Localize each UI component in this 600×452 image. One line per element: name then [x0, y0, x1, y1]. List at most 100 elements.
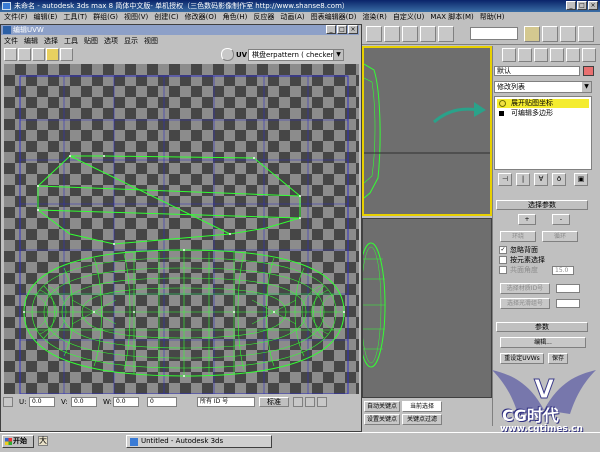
- align-icon[interactable]: [542, 26, 558, 42]
- menu-customize[interactable]: 自定义(U): [393, 12, 425, 23]
- pan-icon[interactable]: [293, 397, 303, 407]
- maximize-button[interactable]: □: [577, 1, 587, 10]
- zoom-standard-button[interactable]: 标准: [259, 397, 289, 407]
- hierarchy-tab-icon[interactable]: [534, 48, 548, 62]
- show-map-icon[interactable]: [221, 48, 234, 61]
- make-unique-icon[interactable]: ∀: [534, 173, 548, 186]
- uv-mode-label: UV: [236, 51, 248, 59]
- lock-selection-icon[interactable]: [3, 397, 13, 407]
- select-object-icon[interactable]: [420, 26, 436, 42]
- object-color-swatch[interactable]: [583, 66, 594, 76]
- rotate-tool-icon[interactable]: [18, 48, 31, 61]
- set-key-button[interactable]: 设置关键点: [364, 414, 400, 425]
- modify-tab-icon[interactable]: [518, 48, 532, 62]
- select-mat-id-button[interactable]: 选择材质ID号: [500, 283, 550, 294]
- menu-help[interactable]: 帮助(H): [480, 12, 505, 23]
- close-button[interactable]: ×: [588, 1, 598, 10]
- lightbulb-icon[interactable]: [499, 100, 506, 107]
- menu-group[interactable]: 群组(G): [93, 12, 118, 23]
- quicklaunch-icon[interactable]: 大: [38, 436, 48, 446]
- uvw-menu-view[interactable]: 视图: [144, 36, 158, 46]
- menu-create[interactable]: 创建(C): [154, 12, 178, 23]
- taskbar-3dsmax-item[interactable]: Untitled - Autodesk 3ds: [126, 435, 272, 448]
- uvw-menu-mapping[interactable]: 贴图: [84, 36, 98, 46]
- mat-id-spinner[interactable]: [556, 284, 580, 293]
- ring-button[interactable]: 环绕: [500, 231, 536, 242]
- v-value-field[interactable]: 0.0: [71, 397, 97, 407]
- uvw-menu-options[interactable]: 选项: [104, 36, 118, 46]
- viewport-top[interactable]: [362, 46, 492, 216]
- menu-character[interactable]: 角色(H): [223, 12, 248, 23]
- bind-spacewarp-icon[interactable]: [402, 26, 418, 42]
- select-by-element-checkbox[interactable]: [499, 256, 507, 264]
- stack-item-editable-poly[interactable]: 可编辑多边形: [497, 109, 589, 118]
- viewport-perspective[interactable]: [362, 218, 492, 398]
- uvw-menu-file[interactable]: 文件: [4, 36, 18, 46]
- planar-angle-value[interactable]: 15.0: [552, 266, 574, 275]
- menu-rendering[interactable]: 渲染(R): [363, 12, 387, 23]
- u-value-field[interactable]: 0.0: [29, 397, 55, 407]
- uvw-editor-canvas[interactable]: [4, 64, 359, 394]
- stack-item-unwrap-uvw[interactable]: 展开贴图坐标: [497, 99, 589, 108]
- menu-reactor[interactable]: 反应器: [253, 12, 274, 23]
- shrink-selection-button[interactable]: -: [552, 214, 570, 225]
- configure-sets-icon[interactable]: ▣: [574, 173, 588, 186]
- uvw-menu-edit[interactable]: 编辑: [24, 36, 38, 46]
- link-tool-icon[interactable]: [366, 26, 382, 42]
- mirror-icon[interactable]: [524, 26, 540, 42]
- freeform-tool-icon[interactable]: [46, 48, 59, 61]
- pin-stack-icon[interactable]: ⊣: [498, 173, 512, 186]
- w-value-field[interactable]: 0.0: [113, 397, 139, 407]
- select-smooth-group-button[interactable]: 选择光滑组号: [500, 298, 550, 309]
- uvw-maximize-button[interactable]: □: [337, 25, 347, 34]
- menu-graph-editors[interactable]: 图表编辑器(D): [311, 12, 357, 23]
- 3dsmax-app-icon: [130, 438, 138, 446]
- uvw-menu-tools[interactable]: 工具: [64, 36, 78, 46]
- named-selection-dropdown[interactable]: [470, 27, 518, 40]
- mirror-tool-icon[interactable]: [60, 48, 73, 61]
- render-icon[interactable]: [578, 26, 594, 42]
- edit-uvw-button[interactable]: 编辑...: [500, 337, 586, 348]
- current-selection-dropdown[interactable]: 当前选择: [402, 401, 442, 412]
- remove-modifier-icon[interactable]: ō: [552, 173, 566, 186]
- create-tab-icon[interactable]: [502, 48, 516, 62]
- object-name-field[interactable]: 默认: [494, 66, 580, 76]
- display-tab-icon[interactable]: [566, 48, 580, 62]
- ignore-backface-checkbox[interactable]: ✓: [499, 246, 507, 254]
- l-value-field[interactable]: 0: [147, 397, 177, 407]
- minimize-button[interactable]: _: [566, 1, 576, 10]
- menu-file[interactable]: 文件(F): [4, 12, 28, 23]
- scale-tool-icon[interactable]: [32, 48, 45, 61]
- material-editor-icon[interactable]: [560, 26, 576, 42]
- uvw-menu-select[interactable]: 选择: [44, 36, 58, 46]
- key-filters-button[interactable]: 关键点过滤: [402, 414, 442, 425]
- menu-views[interactable]: 视图(V): [124, 12, 148, 23]
- select-by-name-icon[interactable]: [438, 26, 454, 42]
- modifier-list-dropdown[interactable]: 修改列表 ▼: [494, 81, 592, 93]
- loop-button[interactable]: 循环: [542, 231, 578, 242]
- zoom-icon[interactable]: [305, 397, 315, 407]
- params-rollout-header[interactable]: 参数: [496, 322, 588, 332]
- zoom-region-icon[interactable]: [317, 397, 327, 407]
- uvw-close-button[interactable]: ×: [348, 25, 358, 34]
- menu-tools[interactable]: 工具(T): [63, 12, 87, 23]
- menu-maxscript[interactable]: MAX 脚本(M): [430, 12, 473, 23]
- id-filter-dropdown[interactable]: 所有 ID 号: [197, 397, 255, 407]
- menu-animation[interactable]: 动画(A): [280, 12, 304, 23]
- auto-key-button[interactable]: 自动关键点: [364, 401, 400, 412]
- start-button[interactable]: 开始: [2, 435, 34, 448]
- uvw-menu-display[interactable]: 显示: [124, 36, 138, 46]
- move-tool-icon[interactable]: [4, 48, 17, 61]
- grow-selection-button[interactable]: +: [518, 214, 536, 225]
- show-end-result-icon[interactable]: |: [516, 173, 530, 186]
- utilities-tab-icon[interactable]: [582, 48, 596, 62]
- uvw-minimize-button[interactable]: _: [326, 25, 336, 34]
- selection-rollout-header[interactable]: 选择参数: [496, 200, 588, 210]
- motion-tab-icon[interactable]: [550, 48, 564, 62]
- planar-angle-checkbox[interactable]: [499, 266, 507, 274]
- menu-edit[interactable]: 编辑(E): [34, 12, 58, 23]
- texture-dropdown[interactable]: 棋盘erpattern ( checker ▼: [248, 49, 344, 61]
- menu-modifiers[interactable]: 修改器(O): [185, 12, 217, 23]
- unlink-tool-icon[interactable]: [384, 26, 400, 42]
- smooth-group-spinner[interactable]: [556, 299, 580, 308]
